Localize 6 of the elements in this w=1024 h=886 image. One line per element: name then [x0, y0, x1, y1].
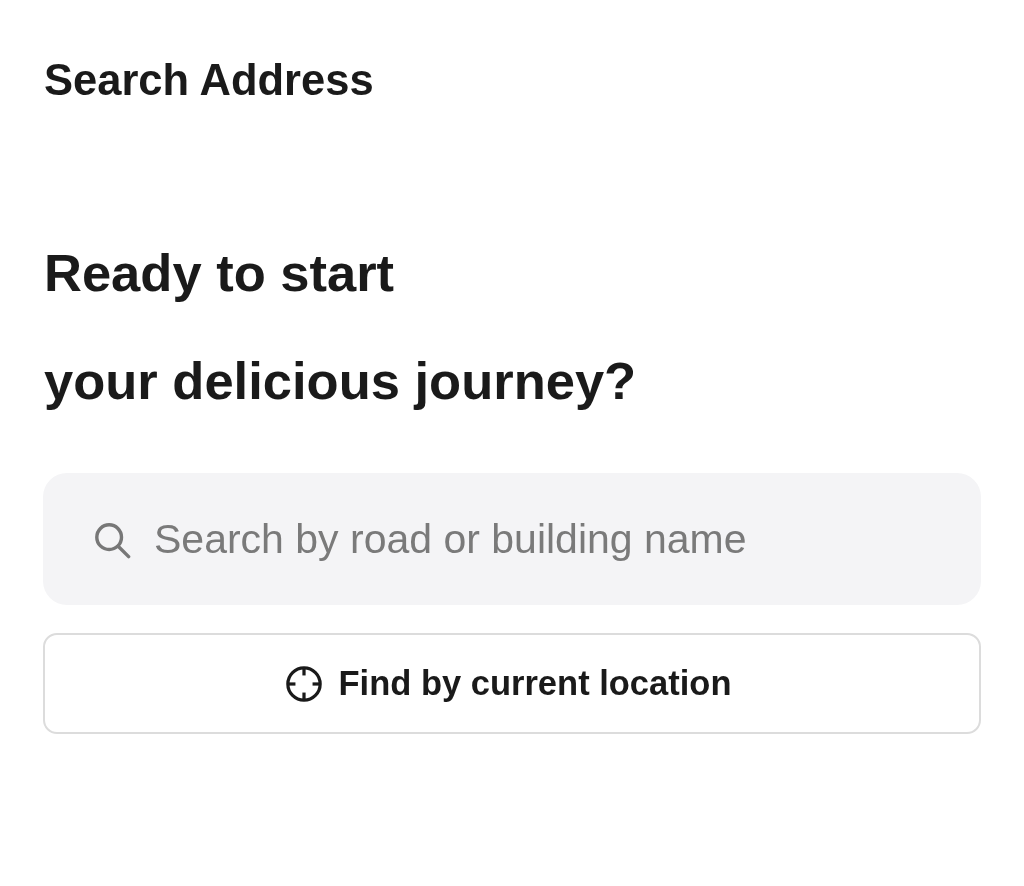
crosshair-icon	[284, 664, 323, 703]
headline: Ready to start your delicious journey?	[44, 242, 637, 412]
page-title: Search Address	[44, 56, 374, 104]
current-location-button[interactable]: Find by current location	[43, 633, 981, 734]
search-field[interactable]: Search by road or building name	[43, 473, 981, 605]
search-icon	[93, 521, 131, 559]
